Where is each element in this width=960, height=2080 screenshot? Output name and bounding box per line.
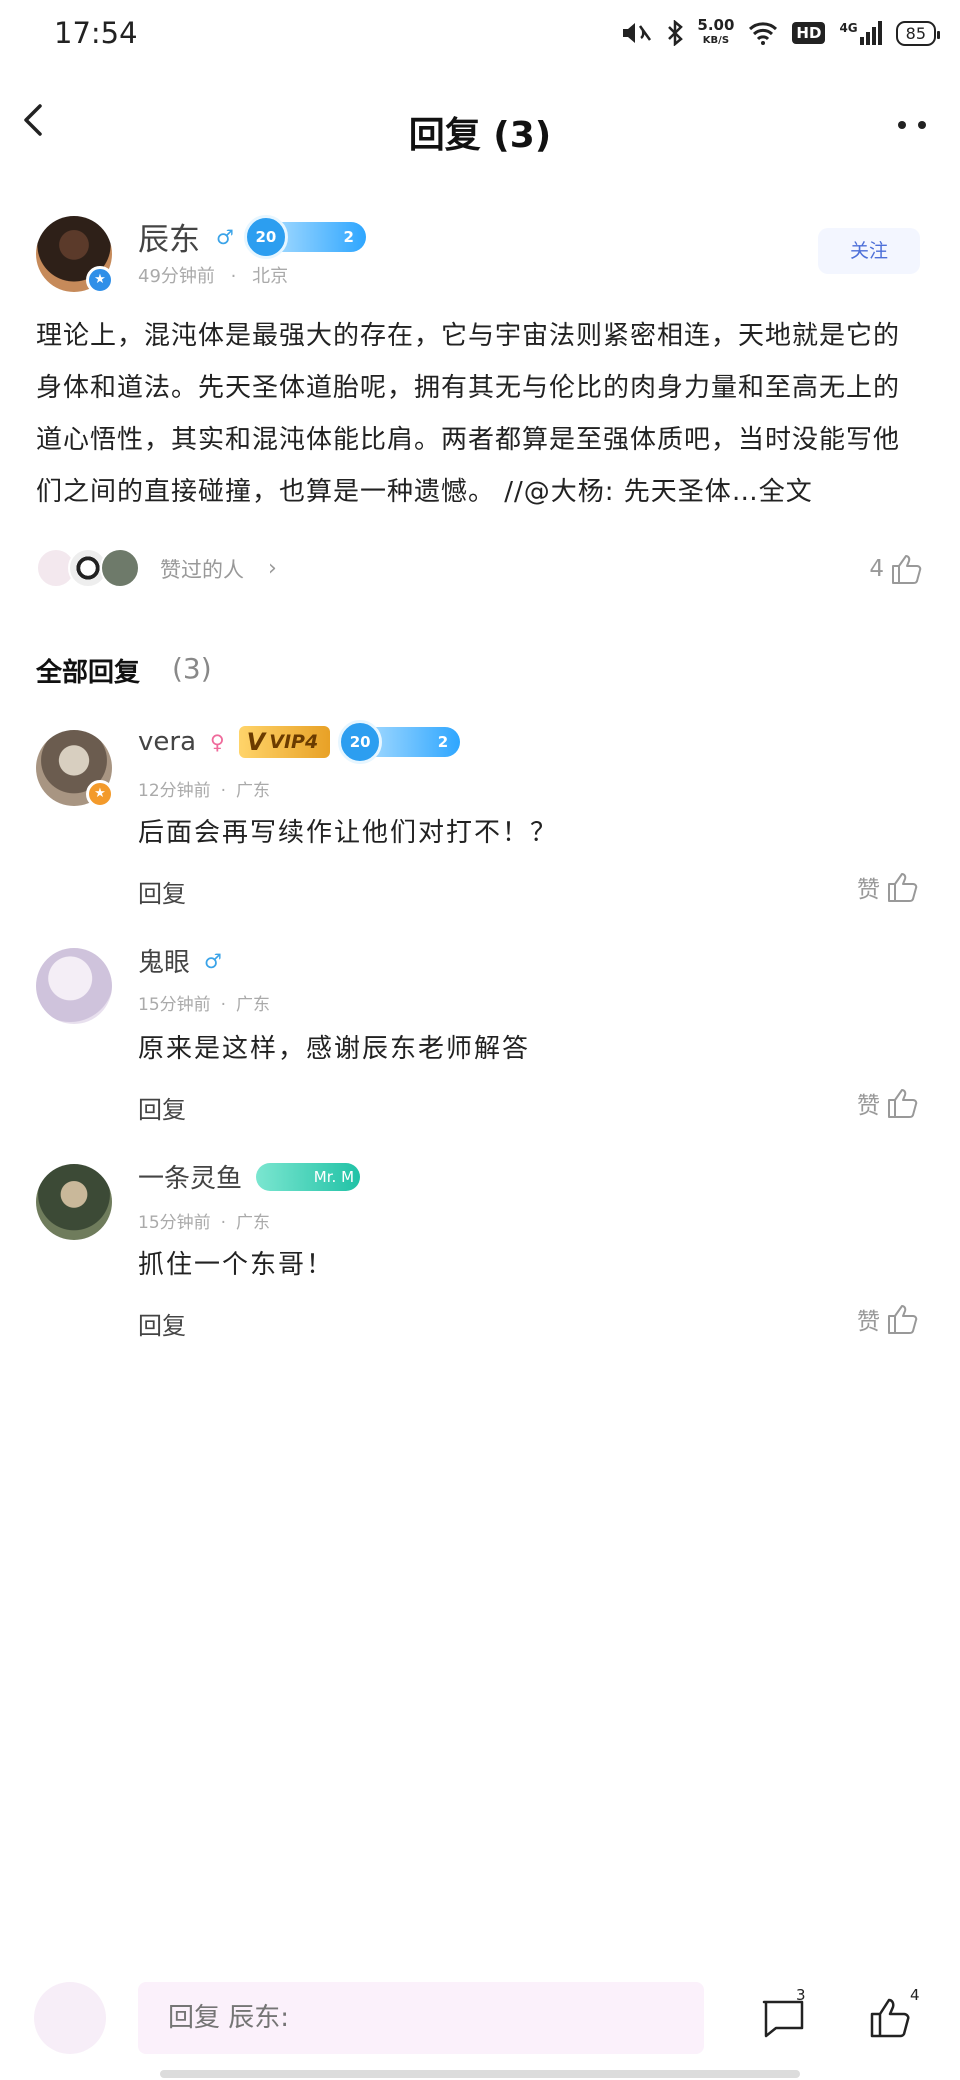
reply-name-text: 鬼眼 <box>138 948 191 978</box>
bottom-like-count: 4 <box>910 1986 920 2004</box>
post-text: 理论上，混沌体是最强大的存在，它与宇宙法则紧密相连，天地就是它的身体和道法。先天… <box>36 321 901 507</box>
reply-avatar[interactable] <box>36 1164 112 1240</box>
reply-name-text: vera <box>138 727 197 757</box>
thumb-up-icon <box>888 1305 918 1334</box>
my-avatar <box>34 1982 106 2054</box>
reply-name[interactable]: 一条灵鱼 Mr. M <box>138 1158 361 1195</box>
reply-name-text: 一条灵鱼 <box>138 1164 243 1194</box>
male-icon: ♂ <box>204 948 222 973</box>
status-icons: 5.00 KB/S HD 4G 85 <box>619 16 941 48</box>
verified-icon: ★ <box>86 266 114 294</box>
reply-like-button[interactable]: 赞 <box>857 1086 920 1120</box>
reply-location: 广东 <box>236 781 271 801</box>
thumb-up-icon <box>888 873 918 902</box>
post-location: 北京 <box>252 266 289 287</box>
reply-name[interactable]: 鬼眼 ♂ <box>138 942 222 979</box>
reply-input[interactable] <box>138 1982 704 2054</box>
level-badge: 20 2 <box>243 214 366 259</box>
reply-text: 后面会再写续作让他们对打不！？ <box>138 818 559 848</box>
replies-section-count: (3) <box>172 652 212 685</box>
reply-meta: 12分钟前 · 广东 <box>138 781 271 801</box>
reply-time: 12分钟前 <box>138 781 211 801</box>
reply-like-button[interactable]: 赞 <box>857 1302 920 1336</box>
thumb-up-icon <box>892 555 922 584</box>
more-options-icon[interactable] <box>896 120 930 130</box>
replies-section-title: 全部回复 <box>36 658 141 688</box>
reply-time: 15分钟前 <box>138 995 211 1015</box>
membership-badge: Mr. M <box>256 1162 361 1191</box>
post-like-count: 4 <box>869 556 884 582</box>
author-name-text: 辰东 <box>138 222 200 258</box>
reply-location: 广东 <box>236 1213 271 1233</box>
follow-button[interactable]: 关注 <box>818 228 920 274</box>
reply-text: 原来是这样，感谢辰东老师解答 <box>138 1034 531 1064</box>
verified-icon: ★ <box>86 780 114 808</box>
vip-badge: V VIP4 <box>238 726 331 758</box>
wifi-icon <box>749 22 778 45</box>
battery-indicator: 85 <box>895 20 941 46</box>
liker-avatar <box>100 548 140 588</box>
level-number: 20 <box>338 720 383 764</box>
thumb-up-icon[interactable] <box>868 1994 914 2040</box>
bluetooth-icon <box>668 20 684 46</box>
level-suffix: 2 <box>437 733 449 751</box>
reply-avatar[interactable] <box>36 948 112 1024</box>
level-badge: 20 2 <box>338 720 461 764</box>
hd-badge: HD <box>792 22 826 44</box>
female-icon: ♀ <box>210 730 225 754</box>
reply-meta: 15分钟前 · 广东 <box>138 1213 271 1233</box>
reply-like-button[interactable]: 赞 <box>857 870 920 904</box>
chevron-right-icon: › <box>268 556 277 581</box>
author-name[interactable]: 辰东 ♂ 20 2 <box>138 214 366 259</box>
net-speed: 5.00 KB/S <box>697 16 735 47</box>
post-time: 49分钟前 <box>138 266 215 287</box>
reply-time: 15分钟前 <box>138 1213 211 1233</box>
post-like-button[interactable]: 4 <box>869 552 924 586</box>
reply-button[interactable]: 回复 <box>138 874 186 909</box>
page-title: 回复 (3) <box>408 115 552 156</box>
comment-count: 3 <box>796 1986 806 2004</box>
signal-icon: 4G <box>839 21 882 45</box>
mute-icon <box>623 23 652 43</box>
reply-location: 广东 <box>236 995 271 1015</box>
reply-meta: 15分钟前 · 广东 <box>138 995 271 1015</box>
post-meta: 49分钟前 · 北京 <box>138 266 289 287</box>
reply-like-label: 赞 <box>857 1309 880 1335</box>
liker-avatars[interactable] <box>36 548 140 588</box>
reply-text: 抓住一个东哥！ <box>138 1250 335 1280</box>
reply-like-label: 赞 <box>857 877 880 903</box>
reply-name[interactable]: vera ♀ V VIP4 20 2 <box>138 720 461 764</box>
status-time: 17:54 <box>54 16 138 50</box>
reply-button[interactable]: 回复 <box>138 1090 186 1125</box>
reply-like-label: 赞 <box>857 1093 880 1119</box>
level-number: 20 <box>243 214 288 259</box>
reply-button[interactable]: 回复 <box>138 1306 186 1341</box>
home-indicator <box>160 2070 800 2078</box>
thumb-up-icon <box>888 1089 918 1118</box>
likers-label[interactable]: 赞过的人 <box>160 554 244 584</box>
male-icon: ♂ <box>216 224 234 249</box>
level-suffix: 2 <box>343 227 354 246</box>
